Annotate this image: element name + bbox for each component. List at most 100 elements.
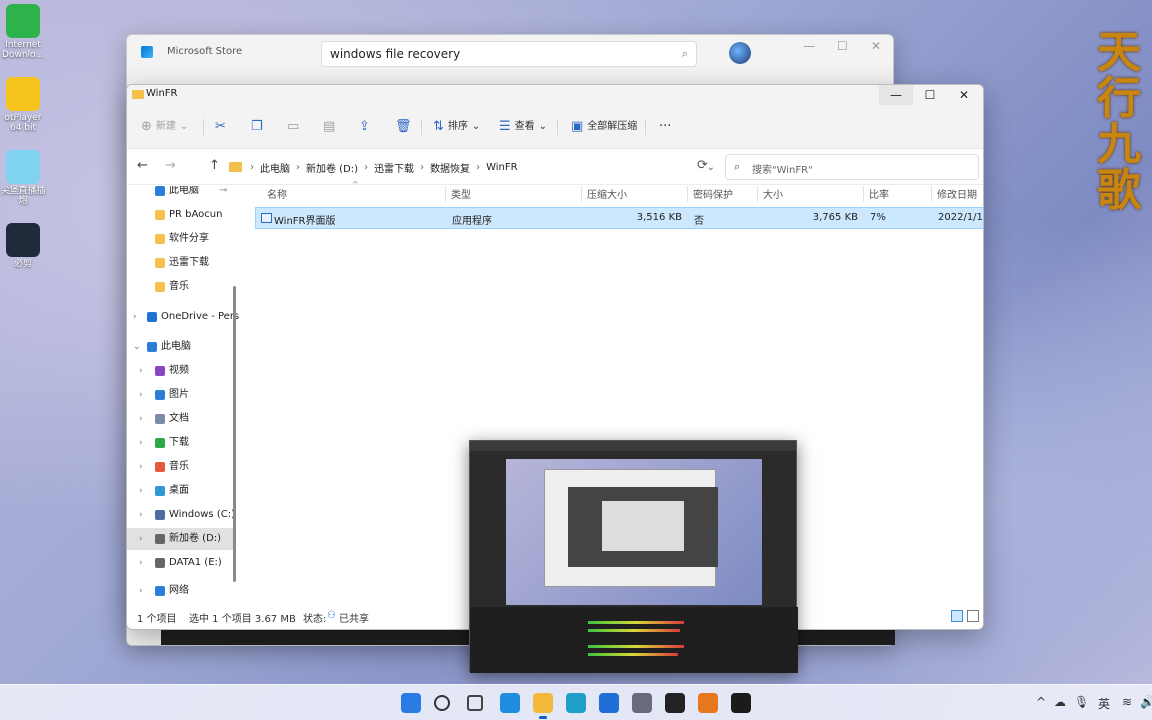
breadcrumb-item[interactable]: 新加卷 (D:) [306, 160, 358, 175]
sidebar-item[interactable]: PR bAocun [127, 204, 233, 226]
store-search-input[interactable]: windows file recovery ⌕ [321, 41, 697, 67]
close-button[interactable]: ✕ [947, 85, 981, 105]
start-icon[interactable] [401, 693, 421, 713]
table-row[interactable]: WinFR界面版 应用程序 3,516 KB 否 3,765 KB 7% 2022/1/19 [255, 207, 983, 229]
extract-all-button[interactable]: ▣ 全部解压缩 [571, 117, 637, 137]
scrollbar-thumb[interactable] [233, 286, 236, 582]
onedrive-icon[interactable]: ☁ [1054, 695, 1066, 709]
search-icon[interactable] [434, 695, 450, 711]
chevron-icon[interactable]: › [139, 480, 143, 502]
explorer-titlebar[interactable]: WinFR — ☐ ✕ [127, 85, 983, 105]
copy-button[interactable]: ❐ [251, 117, 263, 137]
new-button[interactable]: ⊕ 新建 ⌄ [141, 117, 188, 137]
sidebar-item[interactable]: › 文档 [127, 408, 233, 430]
sidebar-item[interactable]: › 新加卷 (D:) [127, 528, 233, 550]
tiles-view-button[interactable] [967, 610, 979, 622]
view-button[interactable]: ☰ 查看 ⌄ [499, 117, 547, 137]
column-divider[interactable] [687, 186, 688, 202]
desktop-shortcut[interactable]: otPlayer 64 bit [0, 77, 46, 133]
rename-button[interactable]: ▤ [323, 117, 335, 137]
column-header[interactable]: 类型 [451, 186, 471, 202]
desktop-shortcut[interactable]: 必剪 [0, 223, 46, 269]
delete-button[interactable]: 🗑 [395, 117, 412, 137]
column-divider[interactable] [931, 186, 932, 202]
store-icon[interactable] [599, 693, 619, 713]
task-view-icon[interactable] [467, 695, 483, 711]
share-button[interactable]: ⇪ [359, 117, 370, 137]
column-divider[interactable] [445, 186, 446, 202]
desktop-shortcut[interactable]: Internet Downlo... [0, 4, 46, 60]
cut-button[interactable]: ✂ [215, 117, 226, 137]
column-header[interactable]: 大小 [763, 186, 783, 202]
sidebar-item[interactable]: 软件分享 [127, 228, 233, 250]
obs-icon[interactable] [665, 693, 685, 713]
paste-button[interactable]: ▭ [287, 117, 299, 137]
details-view-button[interactable] [951, 610, 963, 622]
chevron-icon[interactable]: › [139, 408, 143, 430]
chevron-icon[interactable]: ⌄ [133, 336, 141, 358]
breadcrumb-item[interactable]: 数据恢复 [430, 160, 470, 175]
sidebar-item[interactable]: 此电脑 ⊸ [127, 186, 233, 202]
column-header[interactable]: 密码保护 [693, 186, 733, 202]
chevron-icon[interactable]: › [139, 432, 143, 454]
minimize-button[interactable]: — [879, 85, 913, 105]
column-header[interactable]: 压缩大小 [587, 186, 627, 202]
store-maximize-button[interactable]: ☐ [837, 39, 848, 53]
column-header[interactable]: 修改日期 [937, 186, 977, 202]
widgets-icon[interactable] [500, 693, 520, 713]
breadcrumb-item[interactable]: 此电脑 [260, 160, 290, 175]
chevron-icon[interactable]: › [139, 504, 143, 526]
chevron-icon[interactable]: › [139, 384, 143, 406]
tray-chevron-icon[interactable]: ^ [1036, 695, 1046, 709]
column-header[interactable]: 名称 [267, 186, 287, 202]
chevron-icon[interactable]: › [139, 580, 143, 602]
sidebar-item[interactable]: › 音乐 [127, 456, 233, 478]
sidebar-item[interactable]: 音乐 [127, 276, 233, 298]
chevron-icon[interactable]: › [133, 306, 137, 328]
up-button[interactable]: ↑ [209, 158, 220, 173]
column-divider[interactable] [757, 186, 758, 202]
terminal-icon[interactable] [731, 693, 751, 713]
volume-icon[interactable]: 🔊 [1140, 695, 1152, 709]
column-divider[interactable] [581, 186, 582, 202]
store-close-button[interactable]: ✕ [871, 39, 881, 53]
sidebar-item[interactable]: › OneDrive - Pers [127, 306, 239, 328]
chevron-icon[interactable]: › [139, 528, 143, 550]
forward-button[interactable]: → [165, 158, 176, 173]
search-input[interactable]: ⌕ 搜索"WinFR" [725, 154, 979, 180]
input-language[interactable]: 英 [1098, 695, 1110, 712]
sidebar-item[interactable]: 迅雷下载 [127, 252, 233, 274]
chevron-icon[interactable]: › [139, 360, 143, 382]
breadcrumb[interactable]: › 此电脑 › 新加卷 (D:) › 迅雷下载 › 数据恢复 › WinFR ⌄ [229, 155, 715, 179]
sidebar-item[interactable]: › 网络 [127, 580, 233, 602]
edge-icon[interactable] [566, 693, 586, 713]
back-button[interactable]: ← [137, 158, 148, 173]
avatar[interactable] [729, 42, 751, 64]
more-options-button[interactable]: ··· [659, 117, 671, 137]
search-icon[interactable]: ⌕ [682, 47, 688, 61]
obs-preview-thumbnail[interactable] [469, 440, 798, 673]
refresh-button[interactable]: ⟳ [697, 158, 708, 173]
sidebar-item[interactable]: › Windows (C:) [127, 504, 235, 526]
sidebar-scrollbar[interactable] [233, 186, 237, 586]
sidebar-item[interactable]: › 视频 [127, 360, 233, 382]
chevron-icon[interactable]: › [139, 552, 143, 574]
file-explorer-icon[interactable] [533, 693, 553, 719]
desktop-shortcut[interactable]: 尖堡直播插 炮 [0, 150, 46, 206]
sidebar-item[interactable]: › 下载 [127, 432, 233, 454]
sidebar-item[interactable]: › DATA1 (E:) [127, 552, 233, 574]
sidebar-item[interactable]: › 桌面 [127, 480, 233, 502]
wifi-icon[interactable]: ≋ [1122, 695, 1132, 709]
sidebar-item[interactable]: ⌄ 此电脑 [127, 336, 233, 358]
sort-button[interactable]: ⇅ 排序 ⌄ [433, 117, 480, 137]
maximize-button[interactable]: ☐ [913, 85, 947, 105]
column-divider[interactable] [863, 186, 864, 202]
microphone-icon[interactable]: 🎙 [1074, 695, 1089, 709]
app-orange-icon[interactable] [698, 693, 718, 713]
breadcrumb-item[interactable]: 迅雷下载 [374, 160, 414, 175]
breadcrumb-item[interactable]: WinFR [486, 162, 517, 173]
settings-icon[interactable] [632, 693, 652, 713]
column-header[interactable]: 比率 [869, 186, 889, 202]
sidebar-item[interactable]: › 图片 [127, 384, 233, 406]
store-minimize-button[interactable]: — [803, 39, 815, 53]
